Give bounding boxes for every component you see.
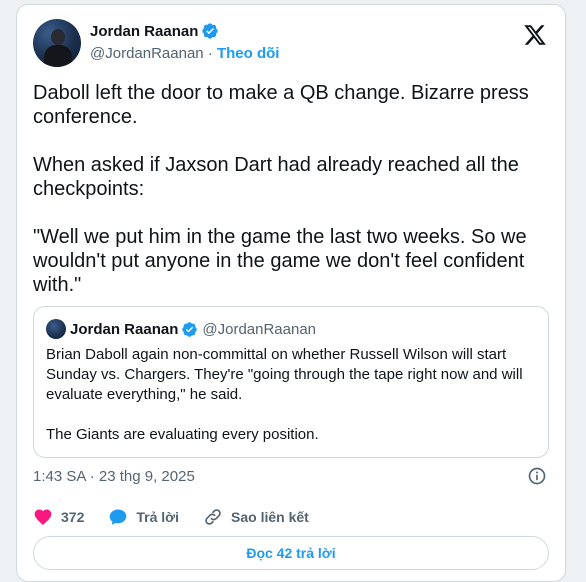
tweet-text: Daboll left the door to make a QB change…	[33, 82, 529, 296]
tweet-actions: 372 Trả lời Sao liên kết	[33, 505, 333, 529]
avatar-head	[51, 29, 65, 45]
author-name-row: Jordan Raanan	[90, 22, 219, 40]
quoted-tweet[interactable]: Jordan Raanan @JordanRaanan Brian Daboll…	[33, 306, 549, 458]
reply-label: Trả lời	[136, 509, 179, 525]
quoted-tweet-text: Brian Daboll again non-committal on whet…	[46, 346, 523, 443]
tweet-timestamp[interactable]: 1:43 SA · 23 thg 9, 2025	[33, 468, 195, 485]
quoted-avatar	[46, 319, 66, 339]
like-button[interactable]: 372	[33, 507, 84, 527]
heart-icon	[34, 509, 52, 525]
quoted-author-handle: @JordanRaanan	[202, 320, 317, 338]
tweet-card: Jordan Raanan @JordanRaanan · Theo dõi D…	[16, 4, 566, 582]
verified-badge-icon	[182, 321, 198, 337]
handle-separator: ·	[203, 45, 217, 62]
read-replies-button[interactable]: Đọc 42 trả lời	[33, 536, 549, 570]
follow-button[interactable]: Theo dõi	[217, 45, 280, 62]
quoted-author-name: Jordan Raanan	[70, 320, 179, 338]
avatar[interactable]	[33, 19, 81, 67]
verified-badge-icon	[202, 23, 219, 39]
author-handle-row: @JordanRaanan · Theo dõi	[90, 45, 279, 62]
copy-link-label: Sao liên kết	[231, 509, 309, 525]
like-count: 372	[61, 509, 85, 525]
x-logo-icon[interactable]	[523, 23, 547, 47]
reply-bubble-icon	[110, 509, 127, 525]
read-replies-label: Đọc 42 trả lời	[246, 545, 336, 561]
link-icon	[205, 509, 221, 525]
quoted-tweet-header: Jordan Raanan @JordanRaanan	[46, 319, 316, 339]
tweet-header: Jordan Raanan @JordanRaanan · Theo dõi	[33, 19, 549, 71]
info-icon[interactable]	[527, 466, 547, 486]
copy-link-button[interactable]: Sao liên kết	[203, 507, 309, 527]
author-handle[interactable]: @JordanRaanan	[90, 45, 204, 62]
avatar-body	[44, 45, 72, 67]
author-name[interactable]: Jordan Raanan	[90, 23, 198, 40]
reply-button[interactable]: Trả lời	[108, 507, 179, 527]
